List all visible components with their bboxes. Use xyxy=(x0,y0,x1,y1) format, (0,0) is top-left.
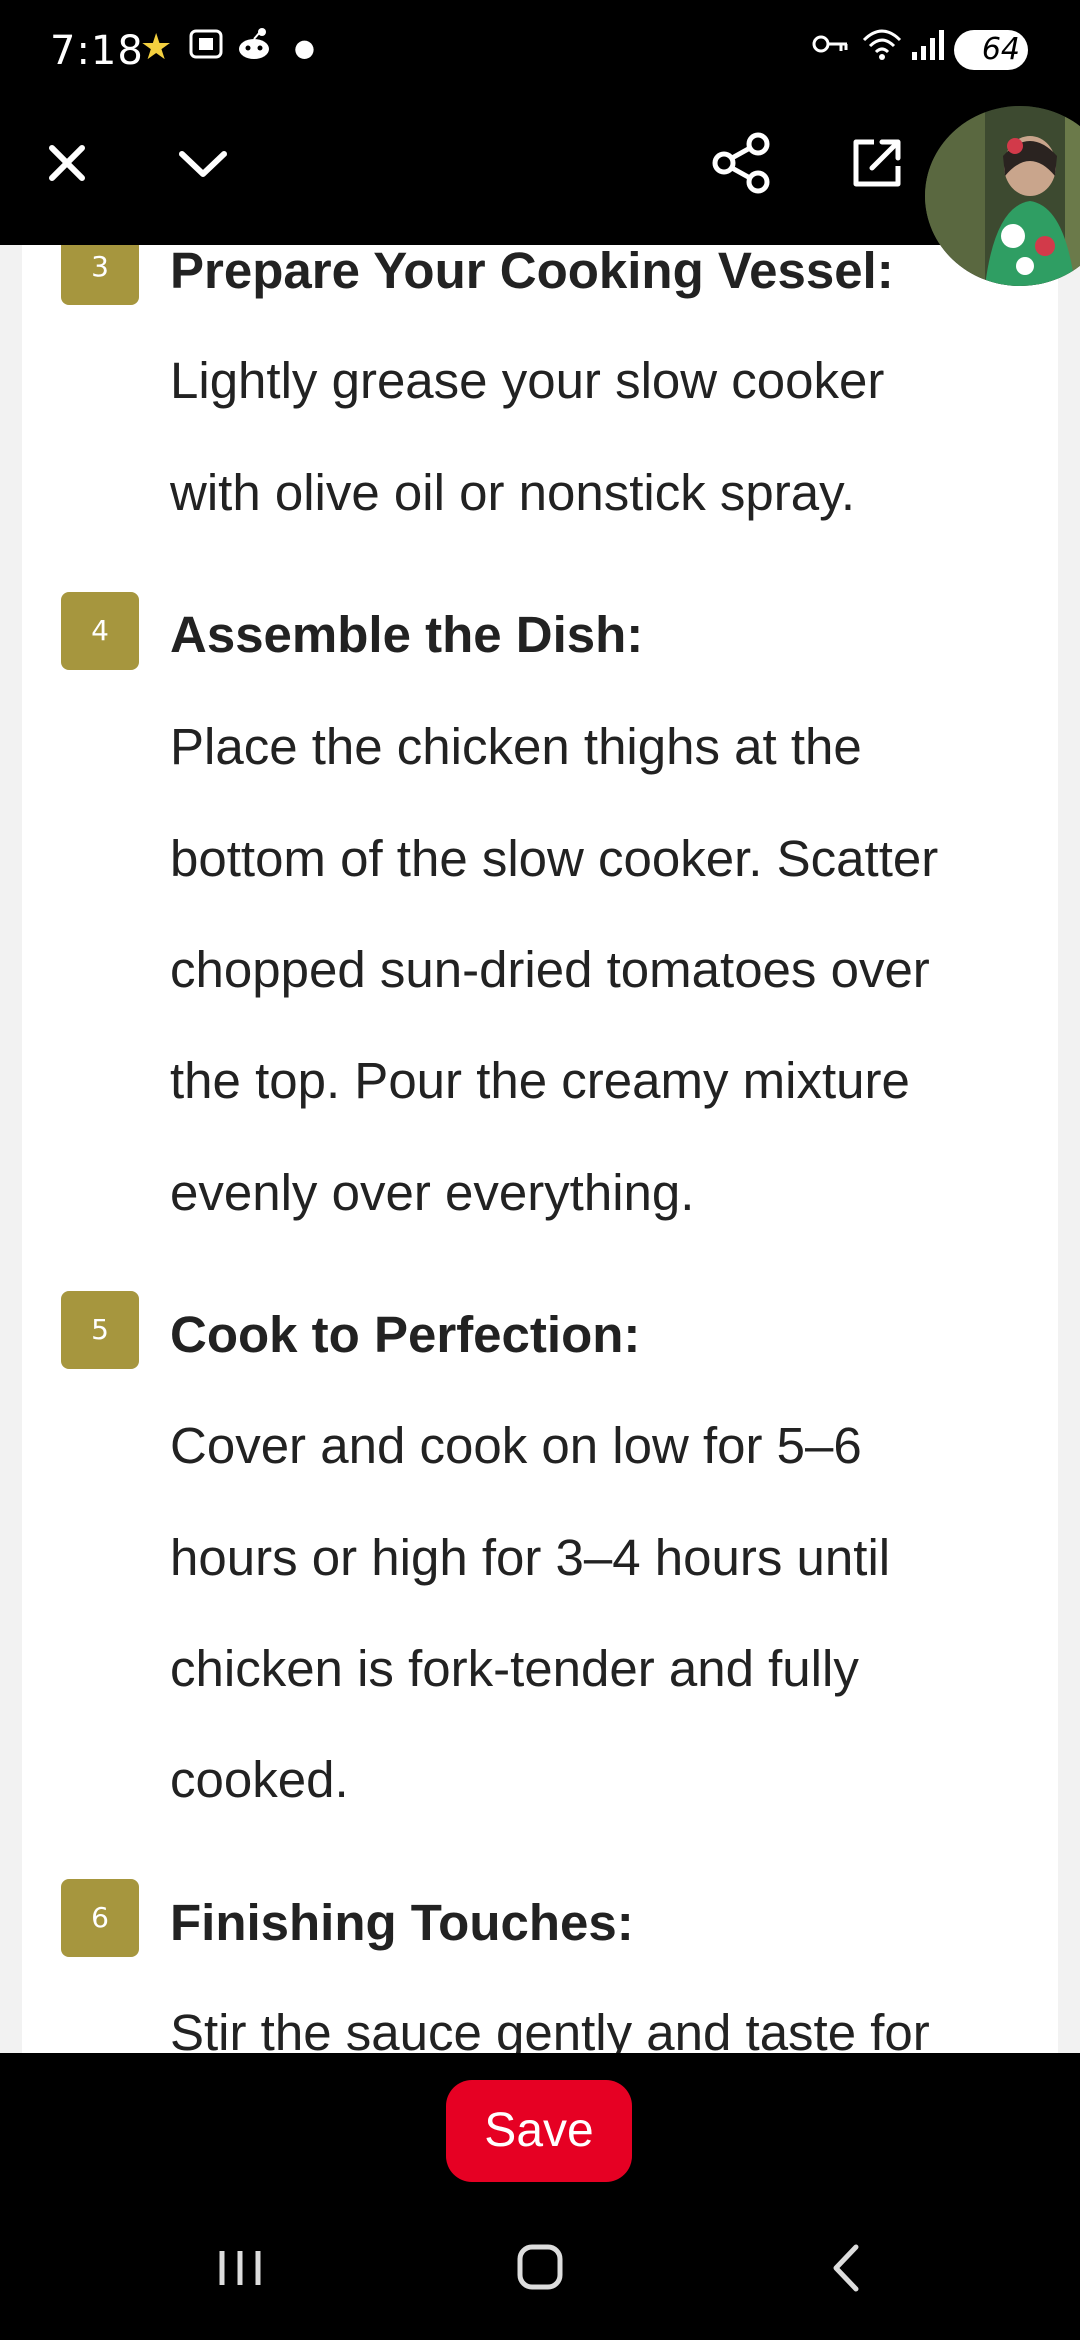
step-text-line: the top. Pour the creamy mixture xyxy=(170,1052,910,1109)
share-icon xyxy=(712,132,770,194)
battery-level: 64 xyxy=(981,32,1020,67)
recent-apps-icon xyxy=(219,2251,261,2285)
home-icon xyxy=(517,2244,563,2290)
open-external-button[interactable] xyxy=(832,118,922,208)
step-title: Prepare Your Cooking Vessel: xyxy=(170,245,894,299)
signal-icon xyxy=(910,24,946,77)
page-title: Slow Cooker ... xyxy=(304,101,630,154)
chevron-down-icon xyxy=(179,151,227,177)
recent-apps-button[interactable] xyxy=(200,2233,280,2303)
step-title: Assemble the Dish: xyxy=(170,606,644,663)
star-icon: ★ xyxy=(140,27,173,68)
status-bar: 7:18 ★ ● 64 xyxy=(0,0,1080,103)
step-text-line: Place the chicken thighs at the xyxy=(170,718,862,775)
wifi-icon xyxy=(860,24,904,77)
close-icon xyxy=(49,145,85,181)
step-number-badge: 5 xyxy=(61,1291,139,1369)
share-button[interactable] xyxy=(696,118,786,208)
system-nav-bar xyxy=(0,2193,1080,2340)
step-title: Finishing Touches: xyxy=(170,1894,634,1951)
vpn-key-icon xyxy=(810,24,850,77)
page-domain: oontales.com xyxy=(302,176,529,218)
collapse-button[interactable] xyxy=(158,118,248,208)
step-text-line: hours or high for 3–4 hours until xyxy=(170,1529,891,1586)
back-icon xyxy=(833,2244,859,2292)
step-number-badge: 4 xyxy=(61,592,139,670)
open-external-icon xyxy=(853,139,901,187)
step-title: Cook to Perfection: xyxy=(170,1306,641,1363)
step-text-line: chicken is fork-tender and fully xyxy=(170,1640,859,1697)
step-text-line: with olive oil or nonstick spray. xyxy=(170,464,855,521)
screen: 7:18 ★ ● 64 Slow Cooker ... oontales.com… xyxy=(0,0,1080,2340)
dot-icon: ● xyxy=(294,34,315,62)
step-number-badge: 3 xyxy=(61,245,139,305)
step-text-line: evenly over everything. xyxy=(170,1164,695,1221)
step-text-line: Cover and cook on low for 5–6 xyxy=(170,1417,862,1474)
step-text-line: cooked. xyxy=(170,1751,349,1808)
back-button[interactable] xyxy=(806,2233,886,2303)
step-text-line: Lightly grease your slow cooker xyxy=(170,352,885,409)
step-text-line: bottom of the slow cooker. Scatter xyxy=(170,830,939,887)
status-time: 7:18 xyxy=(50,28,144,74)
reddit-icon xyxy=(234,24,274,77)
step-number-badge: 6 xyxy=(61,1879,139,1957)
screenshot-icon xyxy=(186,24,226,77)
close-button[interactable] xyxy=(22,118,112,208)
step-text-line: Stir the sauce gently and taste for xyxy=(170,2004,930,2053)
step-text-line: chopped sun-dried tomatoes over xyxy=(170,941,930,998)
battery-icon: 64 xyxy=(954,30,1028,70)
recipe-instructions: 3 Prepare Your Cooking Vessel: Lightly g… xyxy=(22,245,1058,2053)
home-button[interactable] xyxy=(500,2233,580,2303)
save-button[interactable]: Save xyxy=(446,2080,632,2182)
